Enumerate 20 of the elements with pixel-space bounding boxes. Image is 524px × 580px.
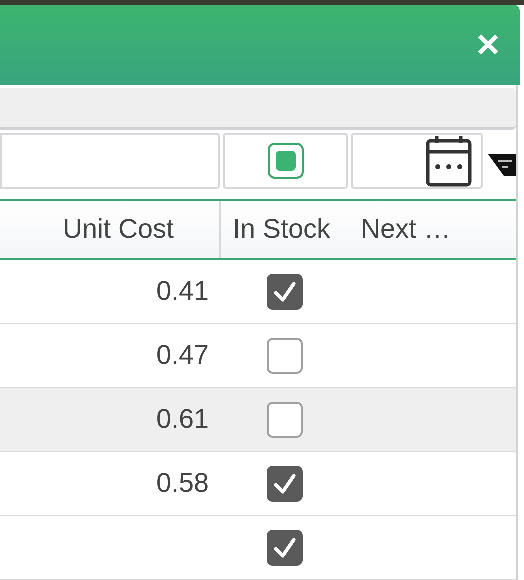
calendar-icon[interactable] [425, 134, 473, 188]
column-header[interactable]: Unit Cost [62, 209, 174, 250]
table-row[interactable]: 0.61 [0, 388, 516, 452]
checkbox[interactable] [267, 466, 303, 502]
check-icon [273, 472, 297, 495]
table-cell-text: 0.47 [156, 339, 209, 372]
checkbox[interactable] [267, 402, 303, 438]
table-cell-text: 0.61 [156, 403, 209, 436]
filter-input[interactable] [0, 132, 220, 189]
check-icon [273, 280, 297, 303]
checkbox[interactable] [267, 338, 303, 374]
table-cell-text: 0.41 [156, 275, 209, 308]
checkbox[interactable] [267, 274, 303, 310]
table-cell-text: 0.58 [156, 467, 209, 500]
column-header[interactable]: Next … [361, 209, 452, 250]
filter-checkbox[interactable] [268, 142, 304, 179]
checkbox[interactable] [267, 530, 303, 566]
column-header[interactable]: In Stock [233, 209, 331, 250]
date-filter-field[interactable] [351, 132, 483, 189]
check-icon [273, 536, 297, 559]
